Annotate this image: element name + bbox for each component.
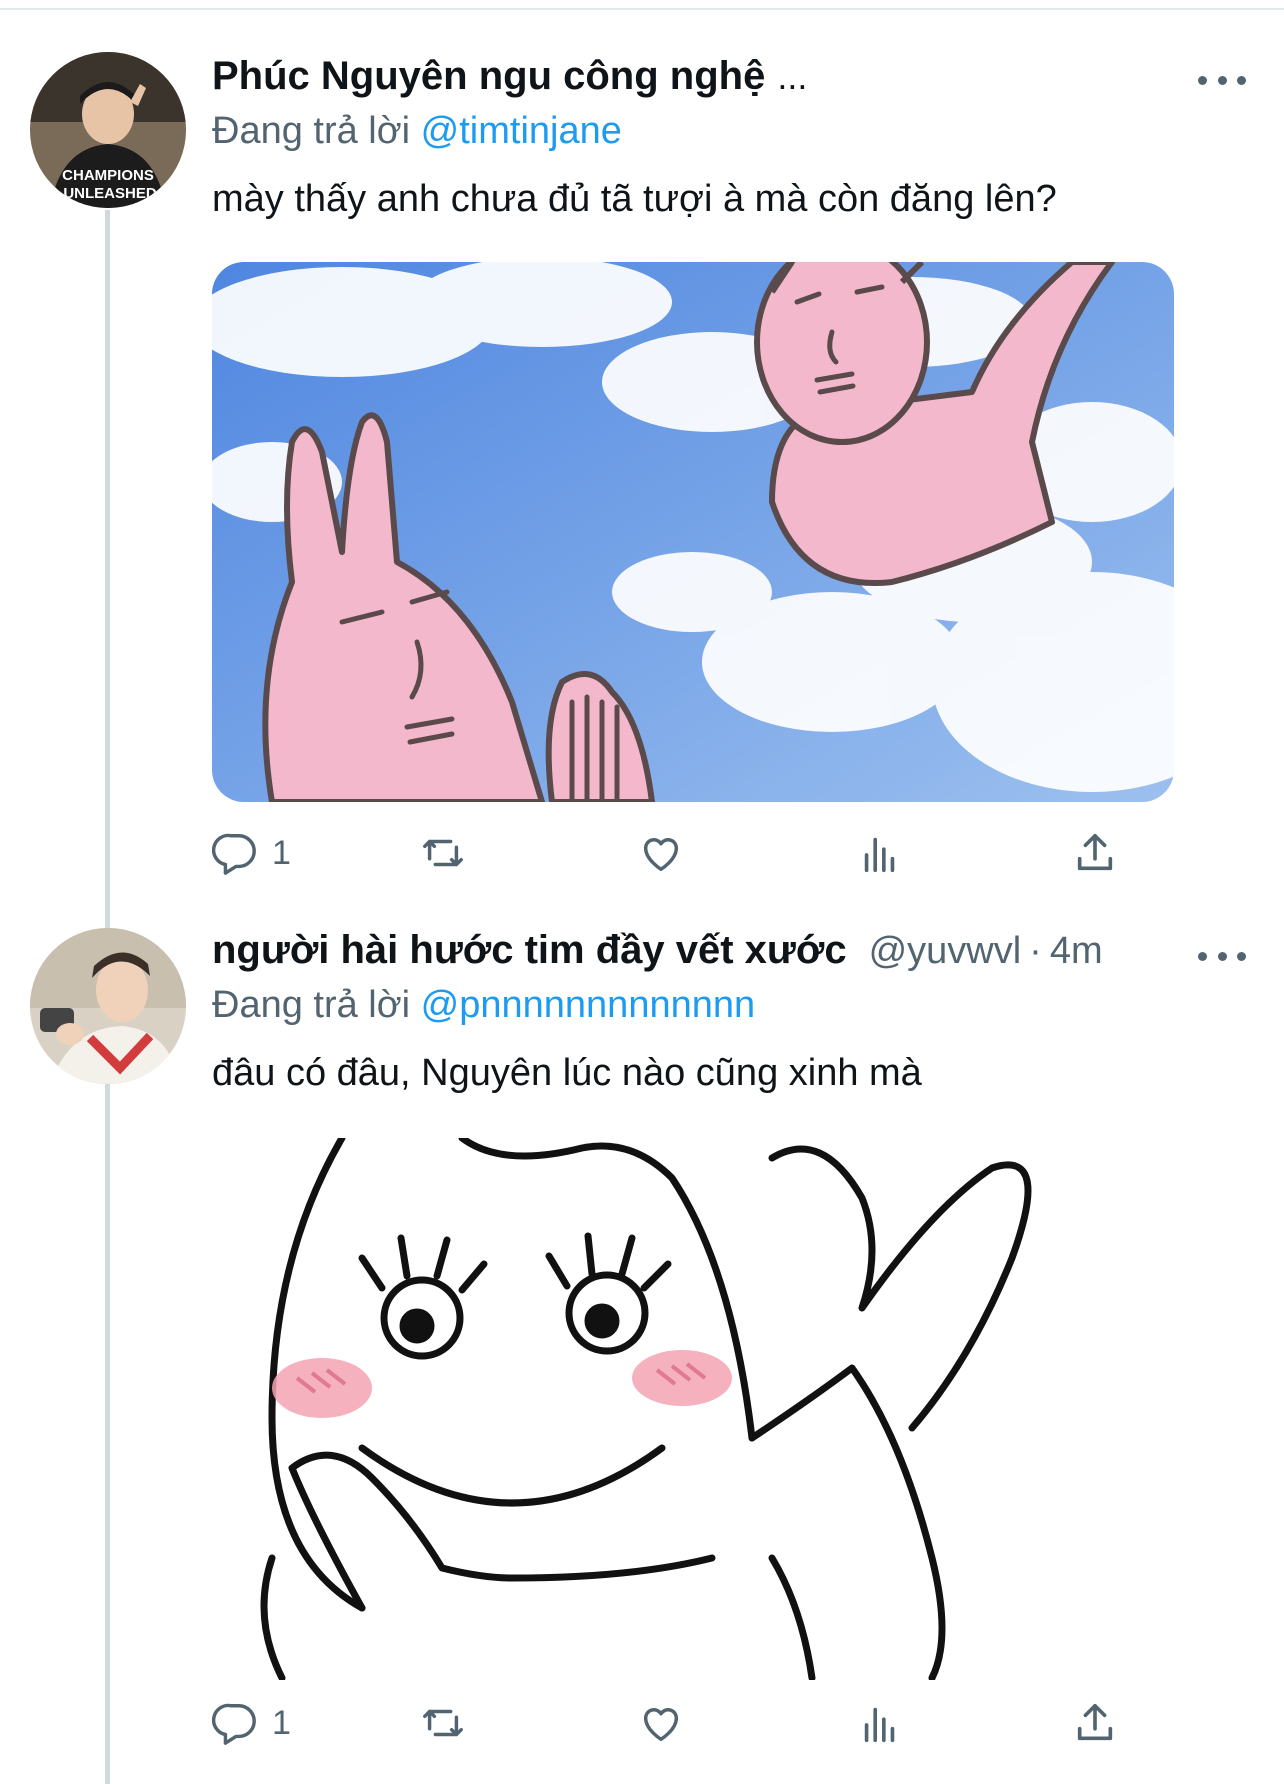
reply-icon <box>212 833 256 875</box>
retweet-icon <box>423 839 463 867</box>
replying-to: Đang trả lời @pnnnnnnnnnnnnn <box>212 984 755 1027</box>
like-icon <box>643 1708 679 1742</box>
reply-button[interactable]: 1 <box>212 1698 291 1748</box>
tweet-actions: 1 <box>212 828 1132 878</box>
separator: · <box>1029 930 1042 972</box>
tweet-text: mày thấy anh chưa đủ tã tượi à mà còn đă… <box>212 178 1057 220</box>
tweet-text: đâu có đâu, Nguyên lúc nào cũng xinh mà <box>212 1052 922 1094</box>
replying-to-label: Đang trả lời <box>212 984 411 1026</box>
avatar[interactable] <box>30 928 186 1084</box>
avatar-shirt-text-2: UNLEASHED <box>63 185 157 202</box>
views-icon <box>864 837 895 873</box>
more-icon[interactable] <box>1198 70 1246 90</box>
replying-to-handle[interactable]: @timtinjane <box>421 110 622 152</box>
display-name[interactable]: Phúc Nguyên ngu công nghệ <box>212 54 765 99</box>
share-icon <box>1077 1703 1113 1741</box>
retweet-button[interactable] <box>420 828 466 878</box>
reply-icon <box>212 1703 256 1745</box>
tweet-header: Phúc Nguyên ngu công nghệ ... <box>212 54 1244 104</box>
reply-count: 1 <box>272 1703 291 1742</box>
timestamp[interactable]: 4m <box>1050 930 1103 973</box>
like-button[interactable] <box>638 1698 684 1748</box>
share-icon <box>1077 833 1113 871</box>
replying-to: Đang trả lời @timtinjane <box>212 110 622 153</box>
like-icon <box>643 838 679 872</box>
avatar-shirt-text-1: CHAMPIONS <box>62 167 154 184</box>
tweet-media[interactable] <box>212 1138 1174 1680</box>
name-ellipsis: ... <box>777 56 808 97</box>
like-button[interactable] <box>638 828 684 878</box>
display-name[interactable]: người hài hước tim đầy vết xước <box>212 928 847 973</box>
replying-to-label: Đang trả lời <box>212 110 411 152</box>
retweet-button[interactable] <box>420 1698 466 1748</box>
reply-button[interactable]: 1 <box>212 828 291 878</box>
share-button[interactable] <box>1072 828 1118 878</box>
avatar[interactable]: CHAMPIONS UNLEASHED <box>30 52 186 208</box>
views-button[interactable] <box>857 828 903 878</box>
tweet-header: người hài hước tim đầy vết xước @yuvwvl … <box>212 928 1244 978</box>
retweet-icon <box>423 1709 463 1737</box>
tweet-actions: 1 <box>212 1698 1132 1748</box>
reply-count: 1 <box>272 833 291 872</box>
more-icon[interactable] <box>1198 946 1246 966</box>
tweet-2[interactable]: người hài hước tim đầy vết xước @yuvwvl … <box>0 900 1284 1784</box>
views-icon <box>864 1707 895 1743</box>
views-button[interactable] <box>857 1698 903 1748</box>
tweet-media[interactable] <box>212 262 1174 802</box>
replying-to-handle[interactable]: @pnnnnnnnnnnnnn <box>421 984 755 1026</box>
share-button[interactable] <box>1072 1698 1118 1748</box>
tweet-1[interactable]: CHAMPIONS UNLEASHED Phúc Nguyên ngu công… <box>0 0 1284 880</box>
user-handle[interactable]: @yuvwvl <box>869 930 1022 973</box>
